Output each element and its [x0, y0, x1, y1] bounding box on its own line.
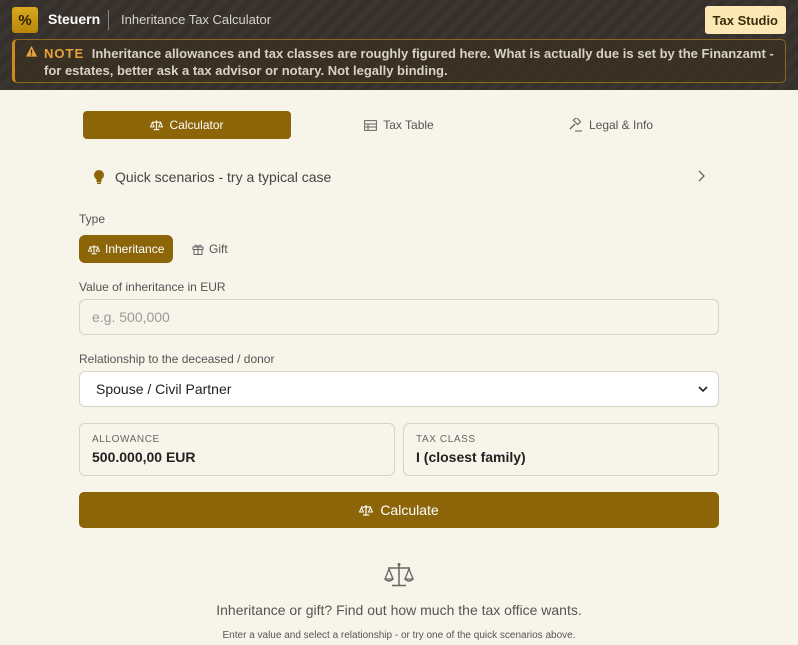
tax-class-caption: TAX CLASS [416, 434, 476, 445]
tab-calculator[interactable]: Calculator [83, 111, 291, 139]
tab-label: Tax Table [383, 118, 434, 132]
relationship-select[interactable]: Spouse / Civil Partner [79, 371, 719, 407]
legal-note-banner: NOTE Inheritance allowances and tax clas… [12, 39, 786, 83]
empty-state-subtitle: Enter a value and select a relationship … [222, 630, 576, 641]
allowance-caption: ALLOWANCE [92, 434, 160, 445]
gavel-icon [569, 118, 582, 132]
inheritance-value-input[interactable] [79, 299, 719, 335]
calculate-label: Calculate [380, 502, 439, 518]
gift-icon [192, 244, 204, 255]
scale-icon [88, 244, 100, 254]
chevron-right-icon [698, 170, 705, 182]
allowance-value: 500.000,00 EUR [92, 449, 196, 465]
note-text: Inheritance allowances and tax classes a… [44, 46, 774, 78]
table-icon [364, 119, 378, 131]
tab-label: Legal & Info [588, 118, 654, 132]
type-inheritance-button[interactable]: Inheritance [79, 235, 174, 263]
quick-scenarios-toggle[interactable]: Quick scenarios - try a typical case [79, 159, 719, 195]
tax-class-card: TAX CLASS I (closest family) [403, 423, 719, 476]
top-bar: % Steuern Inheritance Tax Calculator Tax… [12, 6, 786, 34]
app-header: % Steuern Inheritance Tax Calculator Tax… [0, 0, 798, 90]
quick-scenarios-label: Quick scenarios - try a typical case [115, 169, 332, 185]
header-divider [108, 10, 109, 30]
value-field-label: Value of inheritance in EUR [79, 280, 226, 294]
tax-studio-badge[interactable]: Tax Studio [704, 6, 786, 34]
type-gift-button[interactable]: Gift [184, 235, 236, 263]
empty-state-title: Inheritance or gift? Find out how much t… [216, 602, 582, 618]
calculate-button[interactable]: Calculate [79, 492, 719, 528]
relationship-label: Relationship to the deceased / donor [79, 352, 275, 366]
type-option-label: Gift [209, 242, 228, 256]
chevron-down-icon [698, 386, 708, 393]
tab-tax-table[interactable]: Tax Table [299, 111, 499, 139]
note-label: NOTE [44, 46, 85, 61]
scale-icon [384, 563, 414, 587]
type-option-label: Inheritance [105, 242, 165, 256]
warning-icon [25, 45, 38, 57]
allowance-card: ALLOWANCE 500.000,00 EUR [79, 423, 395, 476]
app-title: Inheritance Tax Calculator [121, 12, 272, 27]
tax-class-value: I (closest family) [416, 449, 526, 465]
scale-icon [150, 120, 164, 131]
lightbulb-icon [94, 170, 104, 184]
logo-percent-icon: % [12, 7, 38, 33]
brand-name: Steuern [48, 11, 101, 27]
relationship-selected-value: Spouse / Civil Partner [96, 381, 232, 397]
tab-label: Calculator [169, 118, 224, 132]
scale-icon [359, 505, 374, 516]
type-label: Type [79, 212, 106, 226]
tab-legal-info[interactable]: Legal & Info [507, 111, 715, 139]
